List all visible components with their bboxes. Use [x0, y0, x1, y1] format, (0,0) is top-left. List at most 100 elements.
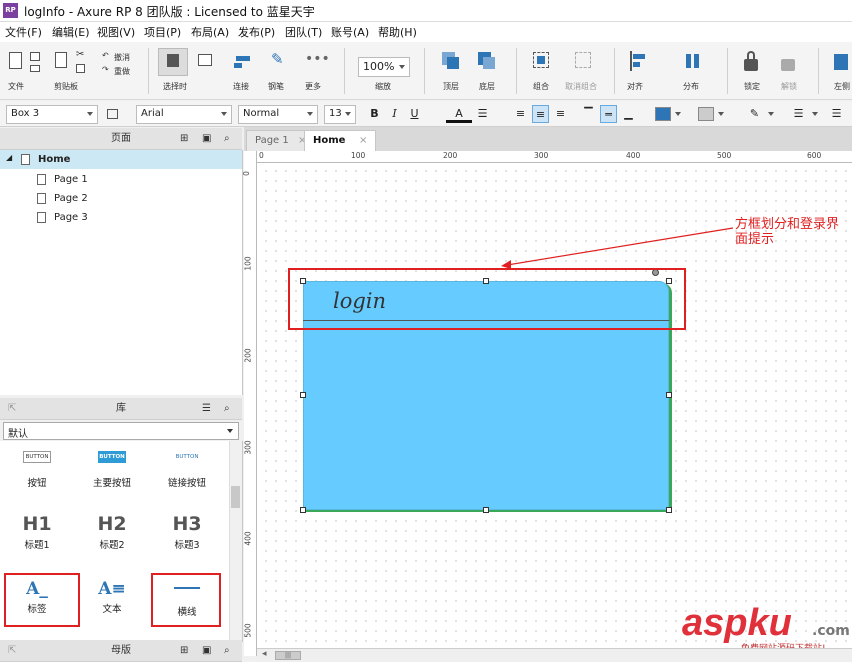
- left-label[interactable]: 左侧: [834, 81, 850, 92]
- align-label[interactable]: 对齐: [627, 81, 643, 92]
- redo-icon[interactable]: ↷: [102, 65, 109, 74]
- close-icon[interactable]: ×: [359, 135, 367, 146]
- align-right-icon[interactable]: ≡: [552, 105, 569, 123]
- library-scroll-thumb[interactable]: [231, 486, 240, 508]
- resize-handle[interactable]: [666, 507, 672, 513]
- menu-team[interactable]: 团队(T): [285, 24, 322, 40]
- chevron-down-icon[interactable]: [675, 112, 681, 116]
- menu-file[interactable]: 文件(F): [5, 24, 42, 40]
- add-page-icon[interactable]: ⊞: [180, 128, 188, 150]
- add-master-icon[interactable]: ⊞: [180, 640, 188, 662]
- add-folder-icon[interactable]: ▣: [202, 640, 211, 662]
- distribute-label[interactable]: 分布: [683, 81, 699, 92]
- left-panel-icon[interactable]: [834, 54, 848, 70]
- resize-handle[interactable]: [300, 507, 306, 513]
- undo-icon[interactable]: ↶: [102, 51, 109, 60]
- fill-color-icon[interactable]: [655, 107, 671, 121]
- bullet-list-icon[interactable]: ☰: [474, 105, 491, 123]
- menu-icon[interactable]: ☰: [202, 398, 211, 420]
- widget-heading1[interactable]: H1 标题1: [2, 513, 72, 551]
- chevron-down-icon: [307, 112, 313, 116]
- search-icon[interactable]: ⌕: [224, 398, 230, 420]
- valign-bottom-icon[interactable]: ▁: [620, 105, 637, 123]
- unlock-icon[interactable]: [781, 59, 795, 71]
- pen-icon[interactable]: ✎: [271, 50, 284, 68]
- menu-project[interactable]: 项目(P): [144, 24, 181, 40]
- tree-item-home[interactable]: [0, 150, 242, 169]
- chevron-down-icon[interactable]: [718, 112, 724, 116]
- align-left-icon[interactable]: ≡: [512, 105, 529, 123]
- tree-item-page1[interactable]: Page 1: [54, 174, 88, 185]
- chevron-down-icon[interactable]: [812, 112, 818, 116]
- lock-icon[interactable]: [744, 59, 758, 71]
- copy-icon[interactable]: [76, 64, 85, 73]
- library-select[interactable]: 默认: [3, 422, 239, 440]
- cut-icon[interactable]: ✂: [76, 49, 84, 60]
- undo-label[interactable]: 撤消: [114, 52, 130, 63]
- design-canvas[interactable]: login 方框划分和登录界面提示 aspku .com 免费网站源码下载站!: [257, 163, 852, 654]
- font-style-select[interactable]: Normal: [238, 105, 318, 124]
- widget-link-button[interactable]: BUTTON 链接按钮: [152, 451, 222, 489]
- underline-button[interactable]: U: [406, 105, 423, 123]
- valign-top-icon[interactable]: ▔: [580, 105, 597, 123]
- new-file-icon[interactable]: [9, 52, 22, 69]
- menu-edit[interactable]: 编辑(E): [52, 24, 90, 40]
- paste-icon[interactable]: [55, 52, 67, 68]
- menu-view[interactable]: 视图(V): [97, 24, 135, 40]
- valign-middle-icon[interactable]: ═: [600, 105, 617, 123]
- widget-button[interactable]: BUTTON 按钮: [2, 451, 72, 489]
- resize-handle[interactable]: [300, 392, 306, 398]
- unlock-label: 解锁: [781, 82, 797, 91]
- bold-button[interactable]: B: [366, 105, 383, 123]
- masters-panel-title: 母版: [111, 645, 131, 656]
- widget-style-icon[interactable]: [107, 109, 118, 119]
- collapse-panel-icon[interactable]: ⇱: [8, 640, 16, 662]
- resize-handle[interactable]: [666, 392, 672, 398]
- distribute-icon[interactable]: [686, 54, 691, 68]
- widget-text[interactable]: A≡ 文本: [77, 579, 147, 615]
- zoom-select[interactable]: 100%: [358, 57, 410, 77]
- line-color-icon[interactable]: ✎: [746, 105, 763, 123]
- document-tabs: Page 1 × Home ×: [244, 127, 852, 151]
- align-center-icon[interactable]: ≡: [532, 105, 549, 123]
- line-width-icon[interactable]: ☰: [790, 105, 807, 123]
- scroll-left-icon[interactable]: ◂: [262, 649, 267, 659]
- connect-icon[interactable]: [236, 56, 250, 61]
- search-icon[interactable]: ⌕: [224, 128, 230, 150]
- redo-label[interactable]: 重做: [114, 66, 130, 77]
- tree-item-page3[interactable]: Page 3: [54, 212, 88, 223]
- save-icon[interactable]: [30, 52, 40, 61]
- more-label[interactable]: 更多: [305, 81, 321, 92]
- scroll-thumb[interactable]: |||: [275, 651, 301, 660]
- shadow-icon[interactable]: [698, 107, 714, 121]
- collapse-panel-icon[interactable]: ⇱: [8, 398, 16, 420]
- horizontal-scrollbar[interactable]: ◂ |||: [257, 648, 852, 662]
- menu-help[interactable]: 帮助(H): [378, 24, 417, 40]
- menu-publish[interactable]: 发布(P): [238, 24, 275, 40]
- tab-home[interactable]: Home ×: [304, 130, 377, 151]
- widget-select[interactable]: Box 3: [6, 105, 98, 124]
- widget-primary-button[interactable]: BUTTON 主要按钮: [77, 451, 147, 489]
- library-scrollbar[interactable]: [229, 441, 242, 642]
- more-icon[interactable]: •••: [305, 51, 330, 67]
- collapse-icon[interactable]: ◢: [6, 153, 12, 162]
- font-size-select[interactable]: 13: [324, 105, 356, 124]
- widget-heading3[interactable]: H3 标题3: [152, 513, 222, 551]
- chevron-down-icon[interactable]: [768, 112, 774, 116]
- ungroup-icon[interactable]: [575, 52, 591, 68]
- tree-item-page2[interactable]: Page 2: [54, 193, 88, 204]
- menu-layout[interactable]: 布局(A): [191, 24, 229, 40]
- add-folder-icon[interactable]: ▣: [202, 128, 211, 150]
- open-icon[interactable]: [30, 65, 40, 72]
- select-contained-icon[interactable]: [198, 54, 212, 66]
- italic-button[interactable]: I: [386, 105, 403, 123]
- text-color-button[interactable]: A: [446, 105, 472, 123]
- line-style-icon[interactable]: ☰: [828, 105, 845, 123]
- align-icon[interactable]: [630, 51, 632, 71]
- resize-handle[interactable]: [483, 507, 489, 513]
- menu-account[interactable]: 账号(A): [331, 24, 369, 40]
- file-label: 文件: [8, 82, 24, 91]
- search-icon[interactable]: ⌕: [224, 640, 230, 662]
- widget-heading2[interactable]: H2 标题2: [77, 513, 147, 551]
- font-family-select[interactable]: Arial: [136, 105, 232, 124]
